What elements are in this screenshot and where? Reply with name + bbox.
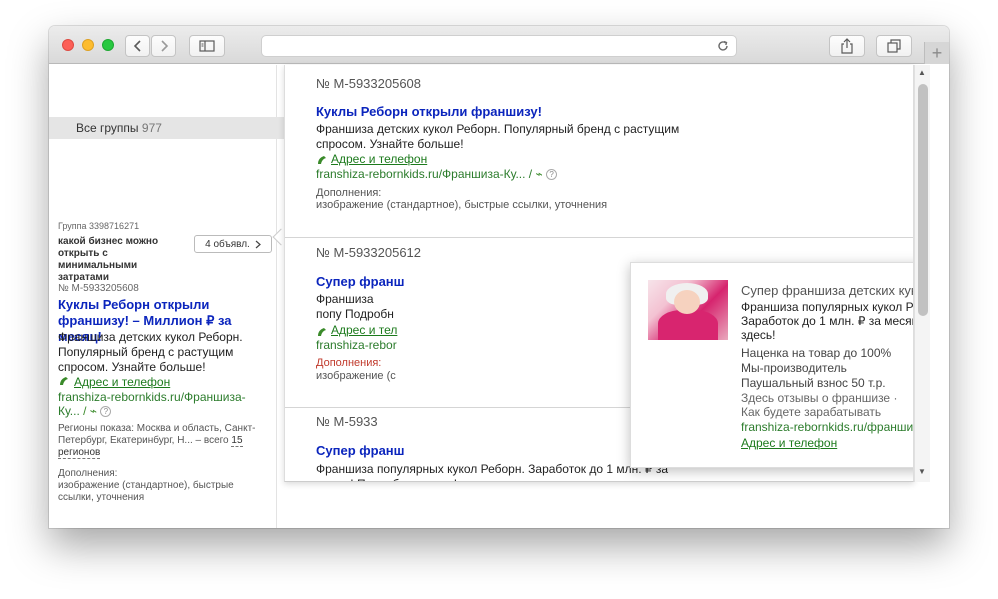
additions-value: изображение (с bbox=[316, 370, 396, 382]
sitelink-icon: / ⌁ bbox=[83, 404, 98, 418]
chevron-right-icon bbox=[255, 240, 261, 248]
ad-preview-image bbox=[648, 280, 728, 340]
close-window-button[interactable] bbox=[62, 39, 74, 51]
address-bar[interactable] bbox=[261, 35, 737, 57]
preview-text: Франшиза популярных кукол Реборн. Зарабо… bbox=[741, 300, 914, 342]
ad-url-text: franshiza-rebornkids.ru/Франшиза-Ку... / bbox=[316, 167, 533, 181]
ad-item: № M-5933205608 Куклы Реборн открыли фран… bbox=[285, 65, 913, 237]
ads-count-button[interactable]: 4 объявл. bbox=[194, 235, 272, 253]
tabs-overview-button[interactable] bbox=[876, 35, 912, 57]
browser-window: + Все группы 977 Группа 3398716271 какой… bbox=[49, 26, 949, 528]
sitelink-icon: ⌁ bbox=[535, 167, 543, 181]
all-groups-label: Все группы bbox=[76, 121, 139, 135]
additions-label: Дополнения: bbox=[58, 468, 118, 479]
ad-number: № M-5933 bbox=[316, 414, 378, 429]
all-groups-item[interactable]: Все группы 977 bbox=[49, 117, 285, 139]
ads-list: № M-5933205608 Куклы Реборн открыли фран… bbox=[284, 65, 914, 482]
help-icon[interactable]: ? bbox=[100, 406, 112, 418]
additions-label: Дополнения: bbox=[316, 187, 382, 199]
ad-text: Франшиза детских кукол Реборн. Популярны… bbox=[316, 122, 680, 151]
additions-label: Дополнения: bbox=[316, 357, 382, 369]
regions-text: Регионы показа: Москва и область, Санкт-… bbox=[58, 423, 256, 446]
page-content: Все группы 977 Группа 3398716271 какой б… bbox=[49, 65, 949, 528]
title-bar: + bbox=[49, 26, 949, 64]
ad-preview-popup: × Супер франшиза детских кукол! Франшиза… bbox=[630, 262, 914, 468]
share-icon bbox=[841, 38, 853, 54]
contact-link[interactable]: Адрес и тел bbox=[331, 323, 397, 337]
sidebar-icon bbox=[199, 40, 215, 52]
preview-feature: Паушальный взнос 50 т.р. bbox=[741, 376, 886, 390]
tabs-icon bbox=[887, 39, 901, 53]
ads-count-label: 4 объявл. bbox=[205, 238, 250, 250]
additions-info: Дополнения: изображение (стандартное), б… bbox=[58, 468, 268, 504]
preview-sitelink[interactable]: Здесь отзывы о франшизе · bbox=[741, 391, 897, 405]
group-name: какой бизнес можно открыть с минимальным… bbox=[58, 236, 159, 283]
chevron-right-icon bbox=[160, 40, 168, 52]
new-tab-button[interactable]: + bbox=[924, 42, 949, 64]
regions-info: Регионы показа: Москва и область, Санкт-… bbox=[58, 423, 258, 459]
contact-link[interactable]: Адрес и телефон bbox=[74, 375, 170, 389]
back-button[interactable] bbox=[125, 35, 150, 57]
ad-url[interactable]: franshiza-rebor bbox=[316, 338, 397, 352]
reload-icon[interactable] bbox=[716, 39, 730, 58]
groups-panel: Все группы 977 Группа 3398716271 какой б… bbox=[49, 65, 290, 528]
sidebar-toggle-button[interactable] bbox=[189, 35, 225, 57]
ad-title[interactable]: Куклы Реборн открыли франшизу! bbox=[316, 104, 542, 119]
forward-button[interactable] bbox=[151, 35, 176, 57]
ad-number: № M-5933205608 bbox=[58, 283, 139, 294]
ad-title[interactable]: Супер франш bbox=[316, 274, 405, 289]
ad-title[interactable]: Супер франш bbox=[316, 443, 405, 458]
group-id: Группа 3398716271 bbox=[58, 221, 140, 231]
help-icon[interactable]: ? bbox=[546, 169, 558, 181]
scrollbar[interactable]: ▲ ▼ bbox=[914, 65, 930, 482]
additions-value: изображение (стандартное), быстрые ссылк… bbox=[58, 480, 234, 503]
ad-url[interactable]: franshiza-rebornkids.ru/Франшиза-Ку... /… bbox=[316, 167, 558, 181]
chevron-left-icon bbox=[133, 40, 141, 52]
scrollbar-thumb[interactable] bbox=[918, 84, 928, 316]
zoom-window-button[interactable] bbox=[102, 39, 114, 51]
ad-text: Франшиза детских кукол Реборн. Популярны… bbox=[58, 330, 243, 374]
ad-number: № M-5933205612 bbox=[316, 245, 422, 260]
contact-link[interactable]: Адрес и телефон bbox=[331, 152, 427, 166]
share-button[interactable] bbox=[829, 35, 865, 57]
ad-text: Франшиза попу Подробн bbox=[316, 292, 394, 321]
preview-sitelink[interactable]: Как будете зарабатывать bbox=[741, 405, 881, 419]
preview-feature: Наценка на товар до 100% bbox=[741, 346, 892, 360]
scroll-down-icon[interactable]: ▼ bbox=[918, 467, 926, 476]
preview-feature: Мы-производитель bbox=[741, 361, 847, 375]
phone-icon bbox=[58, 375, 70, 390]
additions-value: изображение (стандартное), быстрые ссылк… bbox=[316, 199, 608, 211]
preview-url[interactable]: franshiza-rebornkids.ru/франшиза-ку... bbox=[741, 420, 913, 434]
preview-contact-link[interactable]: Адрес и телефон bbox=[741, 436, 837, 450]
all-groups-count: 977 bbox=[141, 121, 162, 135]
ad-number: № M-5933205608 bbox=[316, 76, 422, 91]
minimize-window-button[interactable] bbox=[82, 39, 94, 51]
ad-url[interactable]: franshiza-rebornkids.ru/Франшиза-Ку... /… bbox=[58, 390, 258, 418]
scroll-up-icon[interactable]: ▲ bbox=[918, 68, 926, 77]
preview-title[interactable]: Супер франшиза детских кукол! bbox=[741, 283, 913, 298]
